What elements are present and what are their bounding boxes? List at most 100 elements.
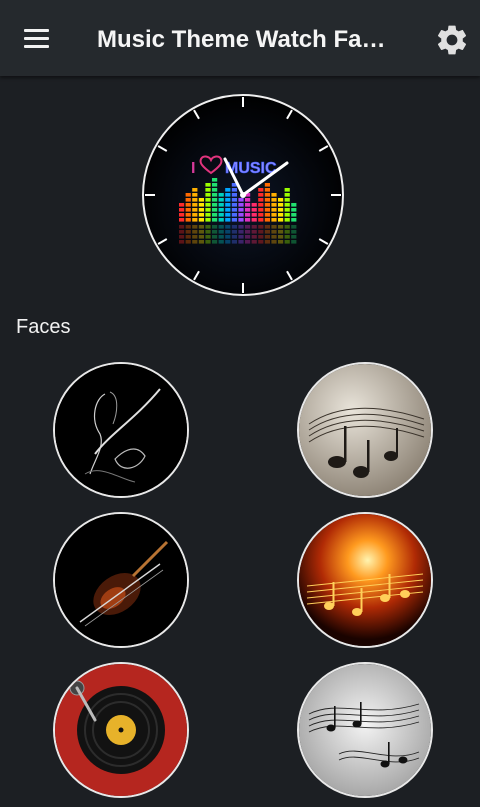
equalizer-reflection-segment xyxy=(198,235,204,239)
equalizer-reflection-segment xyxy=(205,240,211,244)
equalizer-segment xyxy=(284,218,290,222)
face-thumb-music-notes-white[interactable] xyxy=(297,662,433,798)
equalizer-segment xyxy=(225,188,231,192)
equalizer-reflection-segment xyxy=(258,225,264,229)
equalizer-reflection-segment xyxy=(179,240,185,244)
equalizer-reflection-segment xyxy=(192,235,198,239)
equalizer-reflection-segment xyxy=(284,225,290,229)
equalizer-segment xyxy=(179,203,185,207)
equalizer-reflection-segment xyxy=(231,225,237,229)
equalizer-segment xyxy=(258,193,264,197)
equalizer-segment xyxy=(205,213,211,217)
equalizer-segment xyxy=(185,218,191,222)
equalizer-reflection-segment xyxy=(291,230,297,234)
equalizer-segment xyxy=(264,208,270,212)
equalizer-reflection-segment xyxy=(179,235,185,239)
equalizer-segment xyxy=(258,198,264,202)
equalizer-segment xyxy=(225,213,231,217)
equalizer-reflection-segment xyxy=(258,235,264,239)
equalizer-reflection-segment xyxy=(245,225,251,229)
equalizer-segment xyxy=(198,198,204,202)
equalizer-segment xyxy=(225,203,231,207)
equalizer-segment xyxy=(212,218,218,222)
equalizer-segment xyxy=(205,203,211,207)
equalizer-segment xyxy=(218,218,224,222)
equalizer-segment xyxy=(245,213,251,217)
equalizer-reflection-segment xyxy=(291,225,297,229)
equalizer-segment xyxy=(264,203,270,207)
equalizer-reflection-segment xyxy=(238,225,244,229)
hamburger-menu-icon[interactable] xyxy=(18,22,56,56)
equalizer-reflection-segment xyxy=(245,240,251,244)
equalizer-segment xyxy=(218,198,224,202)
equalizer-reflection-segment xyxy=(231,240,237,244)
equalizer-segment xyxy=(185,213,191,217)
equalizer-segment xyxy=(238,198,244,202)
equalizer-segment xyxy=(218,193,224,197)
equalizer-segment xyxy=(218,208,224,212)
face-thumb-fiery-notes[interactable] xyxy=(297,512,433,648)
equalizer-reflection-segment xyxy=(212,225,218,229)
equalizer-reflection-segment xyxy=(271,230,277,234)
equalizer-segment xyxy=(251,213,257,217)
equalizer-segment xyxy=(179,213,185,217)
face-thumb-violin[interactable] xyxy=(53,512,189,648)
face-thumb-record-player[interactable] xyxy=(53,662,189,798)
equalizer-segment xyxy=(205,198,211,202)
equalizer-segment xyxy=(225,198,231,202)
gear-icon[interactable] xyxy=(434,22,470,58)
equalizer-segment xyxy=(231,198,237,202)
equalizer-segment xyxy=(192,213,198,217)
face-thumb-music-notes-sepia[interactable] xyxy=(297,362,433,498)
equalizer-segment xyxy=(198,203,204,207)
equalizer-reflection-segment xyxy=(205,230,211,234)
face-thumb-guitarist[interactable] xyxy=(53,362,189,498)
equalizer-reflection-segment xyxy=(271,225,277,229)
equalizer-reflection-segment xyxy=(198,230,204,234)
equalizer-reflection-segment xyxy=(238,240,244,244)
equalizer-segment xyxy=(185,203,191,207)
equalizer-segment xyxy=(212,183,218,187)
equalizer-segment xyxy=(231,208,237,212)
equalizer-segment xyxy=(198,208,204,212)
equalizer-segment xyxy=(291,203,297,207)
equalizer-segment xyxy=(264,193,270,197)
equalizer-reflection-segment xyxy=(225,225,231,229)
equalizer-reflection-segment xyxy=(231,230,237,234)
equalizer-segment xyxy=(245,218,251,222)
equalizer-segment xyxy=(198,218,204,222)
equalizer-reflection-segment xyxy=(212,230,218,234)
equalizer-reflection-segment xyxy=(258,240,264,244)
equalizer-segment xyxy=(258,218,264,222)
equalizer-segment xyxy=(225,208,231,212)
equalizer-segment xyxy=(212,178,218,182)
equalizer-reflection-segment xyxy=(291,235,297,239)
equalizer-reflection-segment xyxy=(225,235,231,239)
equalizer-reflection-segment xyxy=(218,240,224,244)
equalizer-segment xyxy=(284,203,290,207)
equalizer-segment xyxy=(264,213,270,217)
equalizer-segment xyxy=(231,213,237,217)
equalizer-reflection-segment xyxy=(258,230,264,234)
equalizer-reflection-segment xyxy=(185,235,191,239)
equalizer-segment xyxy=(212,208,218,212)
equalizer-reflection-segment xyxy=(192,230,198,234)
equalizer-segment xyxy=(238,203,244,207)
equalizer-reflection-segment xyxy=(264,240,270,244)
logo-letter: I xyxy=(191,160,195,177)
equalizer-reflection-segment xyxy=(284,230,290,234)
equalizer-segment xyxy=(271,193,277,197)
equalizer-segment xyxy=(258,188,264,192)
equalizer-segment xyxy=(238,208,244,212)
equalizer-reflection-segment xyxy=(238,230,244,234)
equalizer-segment xyxy=(212,188,218,192)
equalizer-segment xyxy=(205,183,211,187)
equalizer-segment xyxy=(205,193,211,197)
equalizer-segment xyxy=(245,198,251,202)
equalizer-reflection-segment xyxy=(291,240,297,244)
equalizer-segment xyxy=(264,198,270,202)
equalizer-reflection-segment xyxy=(245,235,251,239)
watch-face-preview[interactable]: I MUSIC xyxy=(141,93,345,297)
equalizer-segment xyxy=(278,213,284,217)
equalizer-segment xyxy=(192,203,198,207)
